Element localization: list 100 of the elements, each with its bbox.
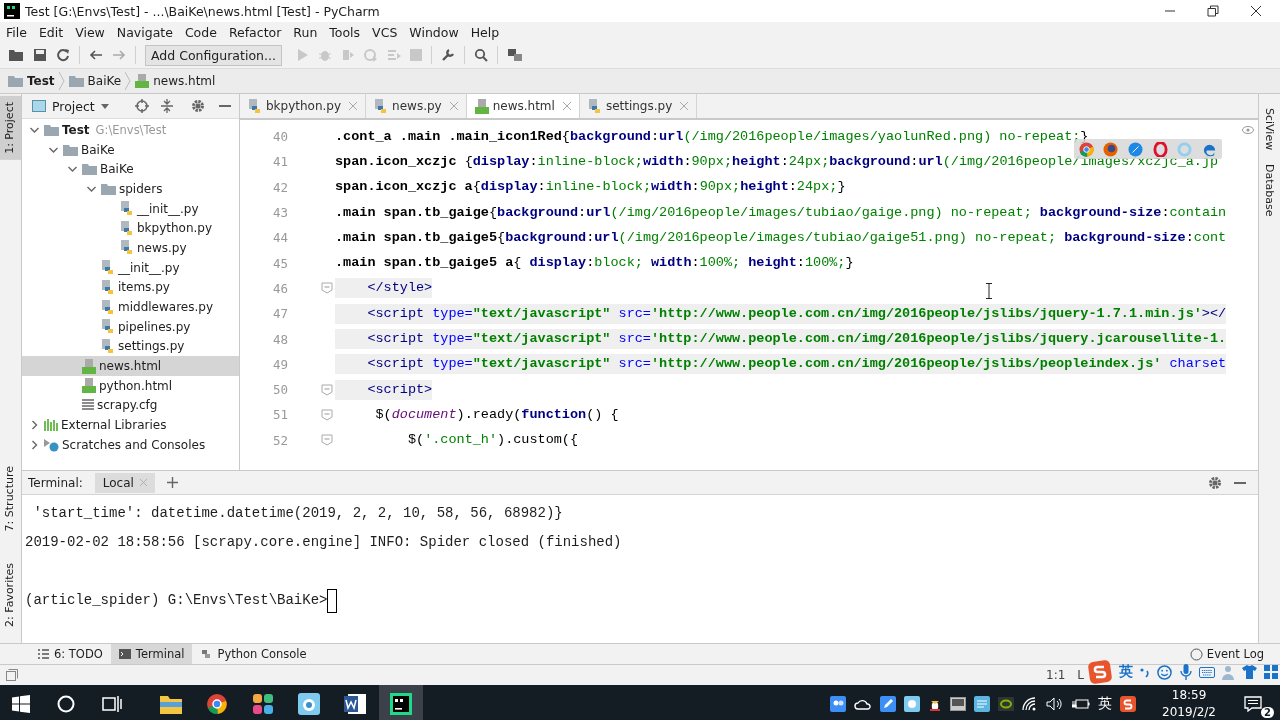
tree-item[interactable]: Scratches and Consoles <box>22 435 239 455</box>
locate-icon[interactable] <box>135 99 149 113</box>
restore-icon[interactable] <box>1207 5 1219 17</box>
safari-icon[interactable] <box>1128 141 1144 157</box>
chrome-icon[interactable] <box>1078 141 1094 157</box>
line-separator[interactable]: L <box>1077 668 1084 682</box>
menu-item[interactable]: Tools <box>323 24 367 40</box>
tree-item[interactable]: bkpython.py <box>22 218 239 239</box>
add-configuration-button[interactable]: Add Configuration... <box>145 44 282 66</box>
tool-window-tab[interactable]: Database <box>1263 164 1276 217</box>
battery-plug-icon[interactable] <box>1072 697 1091 710</box>
menu-item[interactable]: VCS <box>366 24 404 40</box>
clock[interactable]: 18:59 2019/2/2 <box>1162 686 1216 720</box>
punctuation-icon[interactable] <box>1140 666 1151 678</box>
caret-position[interactable]: 1:1 <box>1046 668 1066 682</box>
taskbar-app[interactable] <box>379 685 423 720</box>
sogou-logo-icon[interactable] <box>1088 660 1112 684</box>
breadcrumb[interactable]: BaiKe <box>68 74 122 88</box>
shirt-icon[interactable] <box>1241 665 1257 679</box>
tree-item[interactable]: settings.py <box>22 336 239 357</box>
game-app-icon[interactable] <box>904 695 921 712</box>
python-file-icon <box>587 98 602 114</box>
fold-marker-icon[interactable] <box>321 434 333 447</box>
tree-item[interactable]: pipelines.py <box>22 316 239 337</box>
close-icon[interactable] <box>1250 5 1262 17</box>
add-icon[interactable] <box>166 477 178 488</box>
editor-tab[interactable]: settings.py <box>579 94 698 118</box>
menu-item[interactable]: File <box>0 24 33 40</box>
panel-toggle-icon[interactable] <box>6 669 18 681</box>
tree-item[interactable]: BaiKe <box>22 139 239 160</box>
tool-window-tab[interactable]: 7: Structure <box>0 459 21 538</box>
sync-icon[interactable] <box>56 48 70 62</box>
windows-icon[interactable] <box>506 48 523 62</box>
menu-item[interactable]: Run <box>287 24 324 40</box>
menu-item[interactable]: Refactor <box>222 24 288 40</box>
session-tab[interactable]: Local <box>94 472 155 493</box>
tree-item[interactable]: BaiKe <box>22 159 239 180</box>
tool-window-tab[interactable]: 1: Project <box>0 96 21 160</box>
tree-item[interactable]: items.py <box>22 277 239 298</box>
menu-item[interactable]: View <box>69 24 111 40</box>
input-mode[interactable]: 英 <box>1119 663 1134 681</box>
keyboard-icon[interactable] <box>1198 666 1215 678</box>
tree-item[interactable]: __init__.py <box>22 257 239 278</box>
sogou-icon[interactable] <box>1120 695 1137 712</box>
tree-item[interactable]: spiders <box>22 179 239 199</box>
breadcrumb[interactable]: Test <box>8 74 55 88</box>
tree-item[interactable]: news.py <box>22 238 239 258</box>
editor-tab[interactable]: bkpython.py <box>240 94 367 118</box>
input-language[interactable]: 英 <box>1098 694 1113 713</box>
opera-icon[interactable] <box>1152 141 1168 157</box>
task-view-icon[interactable] <box>102 694 122 713</box>
tree-item[interactable]: External Libraries <box>22 415 239 435</box>
windows-start-icon[interactable] <box>12 694 30 713</box>
menu-item[interactable]: Code <box>178 24 223 40</box>
tree-item[interactable]: scrapy.cfg <box>22 395 239 416</box>
open-folder-icon[interactable] <box>8 48 24 62</box>
tool-tab[interactable]: Python Console <box>192 644 315 664</box>
pencil-app-icon[interactable] <box>880 695 897 712</box>
dropdown-caret-icon[interactable] <box>100 103 109 109</box>
collapse-icon[interactable] <box>161 99 173 113</box>
cloud-icon[interactable] <box>854 697 873 710</box>
tree-item[interactable]: Test G:\Envs\Test <box>22 120 239 140</box>
monitor-icon[interactable] <box>950 696 967 711</box>
editor-tab[interactable]: news.py <box>366 94 467 118</box>
editor-tab[interactable]: news.html <box>466 94 580 118</box>
menu-item[interactable]: Help <box>464 24 506 40</box>
grid-icon[interactable] <box>1264 665 1278 679</box>
firefox-icon[interactable] <box>1103 141 1119 157</box>
back-arrow-icon[interactable] <box>89 48 103 62</box>
eye-icon[interactable] <box>1242 126 1254 134</box>
search-icon[interactable] <box>473 48 488 62</box>
menu-item[interactable]: Window <box>403 24 465 40</box>
nvidia-icon[interactable] <box>998 696 1015 711</box>
search-circle-icon[interactable] <box>57 694 75 713</box>
tool-window-tab[interactable]: SciView <box>1263 108 1276 151</box>
breadcrumb[interactable]: news.html <box>135 74 216 88</box>
tool-window-tab[interactable]: 2: Favorites <box>0 557 21 634</box>
tree-item[interactable]: middlewares.py <box>22 297 239 317</box>
fold-marker-icon[interactable] <box>321 408 333 421</box>
tree-item[interactable]: news.html <box>22 356 239 376</box>
window-title: Test [G:\Envs\Test] - ...\BaiKe\news.html [Test] - PyCharm <box>25 3 380 19</box>
tool-tab[interactable]: Terminal <box>110 644 193 664</box>
settings-icon[interactable] <box>1208 475 1222 490</box>
microphone-icon[interactable] <box>1179 664 1192 680</box>
settings-icon[interactable] <box>191 99 205 113</box>
menu-item[interactable]: Navigate <box>110 24 179 40</box>
contacts-icon[interactable] <box>830 695 847 712</box>
menu-item[interactable]: Edit <box>32 24 70 40</box>
event-log-button[interactable]: Event Log <box>1189 647 1280 661</box>
fold-marker-icon[interactable] <box>321 282 333 295</box>
save-icon[interactable] <box>33 48 47 62</box>
tree-item[interactable]: __init__.py <box>22 198 239 219</box>
tool-tab[interactable]: 6: TODO <box>30 644 111 664</box>
wrench-icon[interactable] <box>440 48 455 62</box>
smiley-icon[interactable] <box>1157 664 1173 680</box>
minimize-icon[interactable] <box>1234 481 1246 484</box>
speaker-icon[interactable] <box>1046 696 1065 711</box>
fold-marker-icon[interactable] <box>321 383 333 396</box>
panel-title[interactable]: Project <box>52 98 95 114</box>
tree-item[interactable]: python.html <box>22 375 239 396</box>
